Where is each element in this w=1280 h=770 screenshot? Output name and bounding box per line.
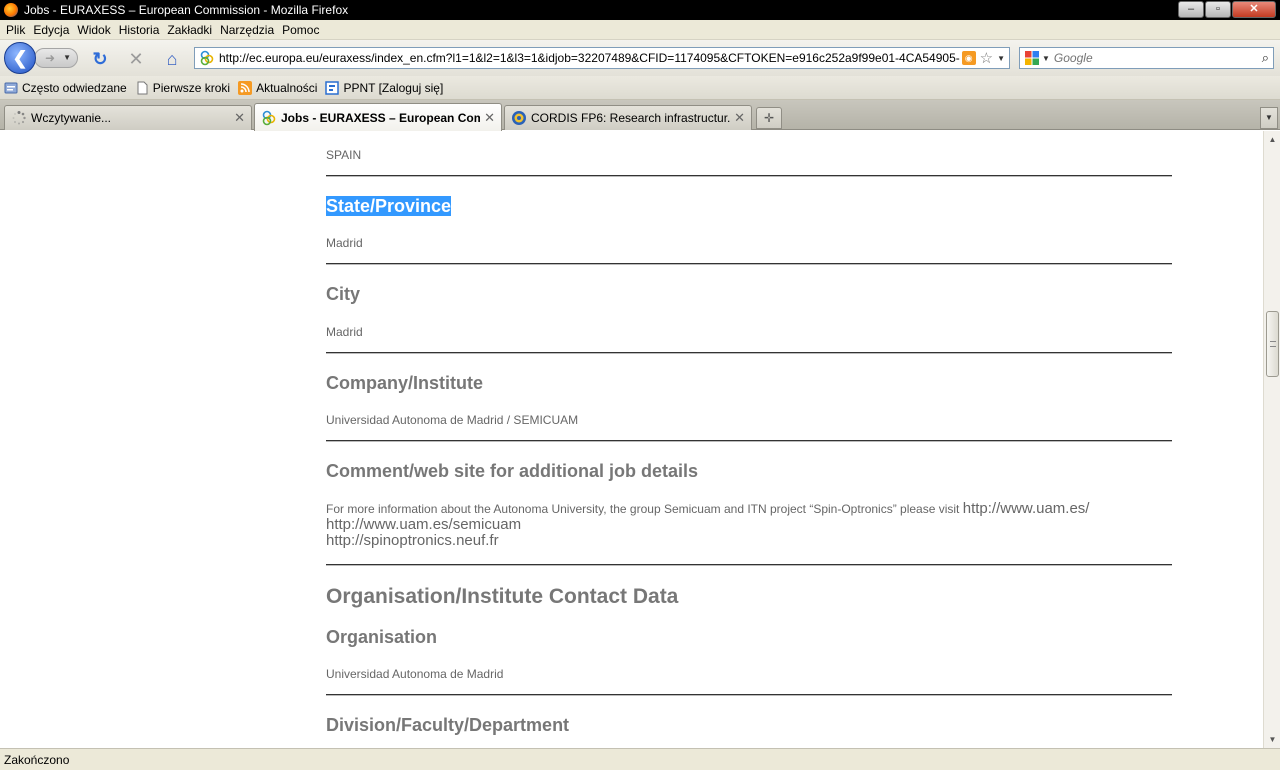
divider [326, 694, 1172, 696]
bookmark-getting-started[interactable]: Pierwsze kroki [135, 81, 230, 95]
tab-label: Jobs - EURAXESS – European Com... [281, 110, 481, 125]
address-bar[interactable]: http://ec.europa.eu/euraxess/index_en.cf… [194, 47, 1010, 69]
close-tab-icon[interactable]: ✕ [734, 110, 745, 126]
comment-text-block: For more information about the Autonoma … [326, 501, 1172, 549]
menu-help[interactable]: Pomoc [278, 23, 323, 37]
organisation-label: Organisation [326, 627, 438, 647]
menu-edit[interactable]: Edycja [29, 23, 73, 37]
search-icon[interactable]: ⌕ [1262, 50, 1269, 66]
country-value: SPAIN [326, 148, 362, 162]
euraxess-favicon-icon [261, 110, 277, 126]
comment-url-link[interactable]: http://www.uam.es/ [963, 500, 1090, 517]
forward-button[interactable]: ➜ ▼ [34, 48, 78, 68]
tab-strip: Wczytywanie... ✕ Jobs - EURAXESS – Europ… [0, 100, 1280, 131]
tab-euraxess[interactable]: Jobs - EURAXESS – European Com... ✕ [254, 103, 502, 131]
scroll-up-icon[interactable]: ▲ [1264, 131, 1280, 148]
comment-text: For more information about the Autonoma … [326, 502, 960, 516]
list-all-tabs-button[interactable]: ▼ [1260, 107, 1278, 129]
page-icon [135, 81, 149, 95]
window-title-bar: Jobs - EURAXESS – European Commission - … [0, 0, 1280, 20]
close-window-button[interactable]: ✕ [1232, 1, 1276, 18]
bookmark-label: PPNT [Zaloguj się] [343, 80, 444, 95]
bookmark-label: Aktualności [256, 80, 318, 95]
divider [326, 263, 1172, 265]
menu-tools[interactable]: Narzędzia [216, 23, 278, 37]
stop-icon[interactable]: ✕ [126, 49, 146, 69]
company-institute-value: Universidad Autonoma de Madrid / SEMICUA… [326, 413, 579, 427]
search-input[interactable] [1053, 51, 1262, 65]
rss-icon [238, 80, 253, 95]
search-engine-dropdown-icon[interactable]: ▼ [1042, 54, 1050, 63]
menu-history[interactable]: Historia [115, 23, 164, 37]
home-icon[interactable]: ⌂ [162, 49, 182, 69]
menu-bar: Plik Edycja Widok Historia Zakładki Narz… [0, 20, 1280, 40]
bookmark-star-icon[interactable]: ☆ [980, 49, 993, 67]
firefox-logo-icon [4, 3, 18, 17]
bookmarks-toolbar: Często odwiedzane Pierwsze kroki Aktualn… [0, 76, 1280, 100]
bookmark-ppnt[interactable]: PPNT [Zaloguj się] [325, 81, 443, 95]
page-content: SPAIN State/Province Madrid City Madrid … [0, 131, 1263, 748]
status-bar: Zakończono [0, 748, 1280, 770]
tab-cordis[interactable]: CORDIS FP6: Research infrastructur... ✕ [504, 105, 752, 130]
company-institute-label: Company/Institute [326, 373, 484, 393]
frequent-icon [4, 81, 18, 95]
grip-icon [1270, 341, 1276, 347]
division-label: Division/Faculty/Department [326, 715, 570, 735]
contact-section-title: Organisation/Institute Contact Data [326, 585, 679, 608]
menu-bookmarks[interactable]: Zakładki [163, 23, 216, 37]
organisation-value: Universidad Autonoma de Madrid [326, 667, 504, 681]
city-label: City [326, 284, 361, 304]
new-tab-button[interactable]: ✛ [756, 107, 782, 129]
menu-view[interactable]: Widok [73, 23, 114, 37]
city-value: Madrid [326, 325, 363, 339]
divider [326, 440, 1172, 442]
window-controls: – ▫ ✕ [1178, 1, 1276, 18]
loading-spinner-icon [11, 110, 27, 126]
bookmark-label: Pierwsze kroki [152, 80, 231, 95]
back-arrow-icon: ❮ [12, 48, 28, 68]
divider [326, 352, 1172, 354]
tab-label: Wczytywanie... [31, 111, 112, 125]
comment-url-link[interactable]: http://spinoptronics.neuf.fr [326, 532, 499, 549]
site-favicon-icon [199, 50, 215, 66]
history-dropdown-icon[interactable]: ▼ [63, 49, 71, 67]
divider [326, 175, 1172, 177]
cordis-favicon-icon [511, 110, 527, 126]
divider [326, 564, 1172, 566]
rss-feed-icon[interactable]: ◉ [961, 51, 976, 65]
bookmark-label: Często odwiedzane [22, 80, 127, 95]
minimize-button[interactable]: – [1178, 1, 1204, 18]
tab-label: CORDIS FP6: Research infrastructur... [531, 111, 731, 125]
window-title: Jobs - EURAXESS – European Commission - … [24, 3, 349, 17]
close-tab-icon[interactable]: ✕ [234, 110, 245, 126]
vertical-scrollbar[interactable]: ▲ ▼ [1263, 131, 1280, 748]
state-province-label: State/Province [326, 196, 452, 216]
maximize-button[interactable]: ▫ [1205, 1, 1231, 18]
close-tab-icon[interactable]: ✕ [484, 110, 495, 126]
comment-label: Comment/web site for additional job deta… [326, 461, 699, 481]
bookmark-icon [325, 80, 340, 95]
scroll-down-icon[interactable]: ▼ [1264, 731, 1280, 748]
status-text: Zakończono [4, 752, 70, 767]
state-province-value: Madrid [326, 236, 363, 250]
scrollbar-thumb[interactable] [1266, 311, 1279, 377]
url-dropdown-icon[interactable]: ▼ [997, 54, 1005, 63]
plus-icon: ✛ [763, 111, 775, 125]
google-logo-icon[interactable] [1024, 50, 1040, 66]
back-button[interactable]: ❮ [4, 42, 36, 74]
forward-arrow-icon: ➜ [45, 51, 56, 65]
tab-loading[interactable]: Wczytywanie... ✕ [4, 105, 252, 130]
reload-icon[interactable]: ↻ [90, 49, 110, 69]
search-bar[interactable]: ▼ ⌕ [1019, 47, 1274, 69]
chevron-down-icon: ▼ [1265, 113, 1273, 122]
url-text[interactable]: http://ec.europa.eu/euraxess/index_en.cf… [219, 51, 960, 65]
comment-url-link[interactable]: http://www.uam.es/semicuam [326, 516, 521, 533]
bookmark-news[interactable]: Aktualności [238, 80, 318, 95]
bookmark-frequent[interactable]: Często odwiedzane [4, 81, 127, 95]
menu-file[interactable]: Plik [2, 23, 29, 37]
